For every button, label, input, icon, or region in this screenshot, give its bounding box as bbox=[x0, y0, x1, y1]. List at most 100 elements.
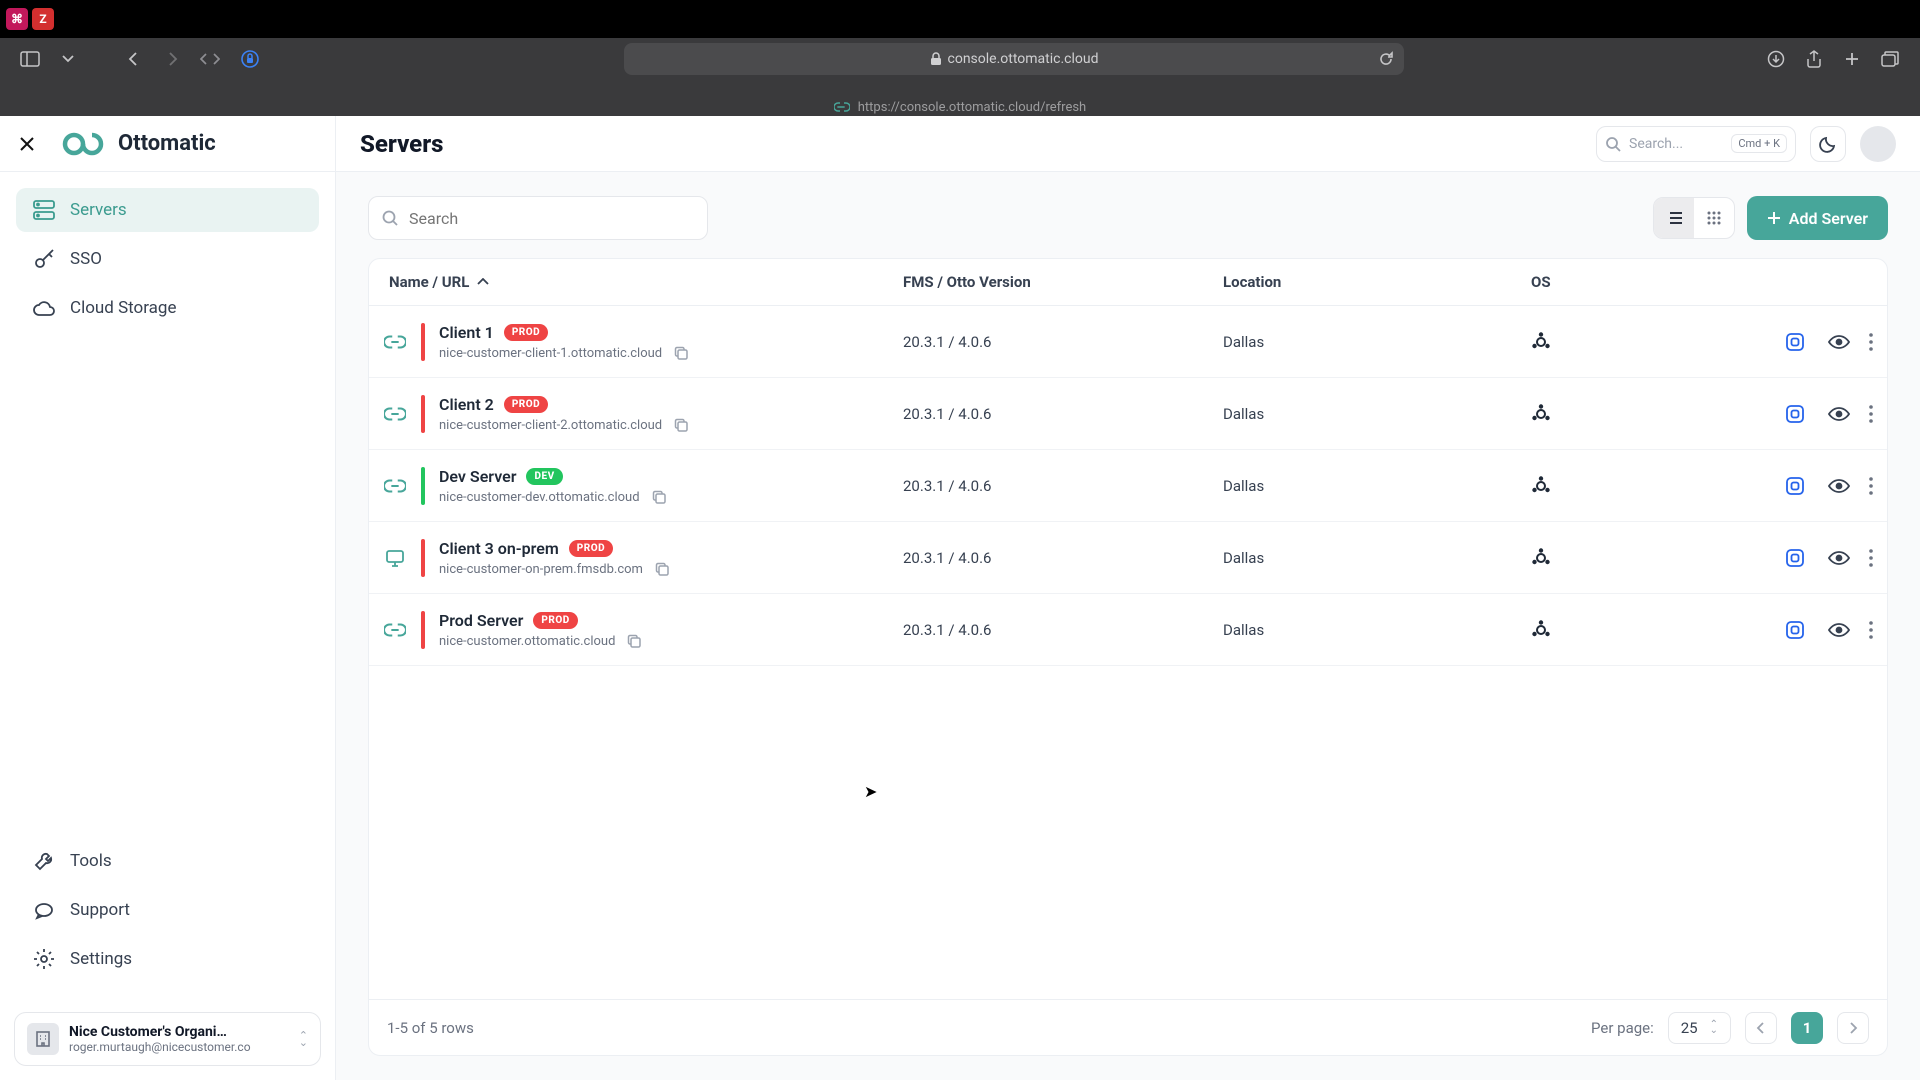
page-title: Servers bbox=[360, 130, 443, 158]
row-menu-button[interactable] bbox=[1869, 405, 1873, 423]
per-page-select[interactable]: 25 ⌃⌄ bbox=[1668, 1012, 1731, 1044]
shield-icon[interactable] bbox=[236, 45, 264, 73]
env-badge: PROD bbox=[504, 396, 548, 413]
sidebar-item-sso[interactable]: SSO bbox=[16, 236, 319, 282]
nav-forward-icon bbox=[158, 45, 186, 73]
env-badge: PROD bbox=[504, 324, 548, 341]
new-tab-icon[interactable] bbox=[1838, 45, 1866, 73]
share-icon[interactable] bbox=[1800, 45, 1828, 73]
close-icon[interactable] bbox=[18, 135, 38, 153]
browser-tab-icon[interactable]: ⌘ bbox=[6, 8, 28, 30]
action-view-button[interactable] bbox=[1825, 328, 1853, 356]
server-version: 20.3.1 / 4.0.6 bbox=[903, 549, 1223, 567]
table-row[interactable]: Client 2PRODnice-customer-client-2.ottom… bbox=[369, 378, 1887, 450]
link-icon bbox=[383, 479, 407, 493]
page-number-button[interactable]: 1 bbox=[1791, 1012, 1823, 1044]
col-header-os[interactable]: OS bbox=[1531, 273, 1651, 291]
downloads-icon[interactable] bbox=[1762, 45, 1790, 73]
org-email: roger.murtaugh@nicecustomer.co bbox=[69, 1040, 251, 1054]
action-view-button[interactable] bbox=[1825, 544, 1853, 572]
tools-icon bbox=[32, 850, 56, 872]
org-switcher[interactable]: Nice Customer's Organi… roger.murtaugh@n… bbox=[14, 1012, 321, 1066]
reload-icon[interactable] bbox=[1378, 51, 1394, 67]
lock-icon bbox=[930, 52, 942, 66]
env-badge: PROD bbox=[533, 612, 577, 629]
action-view-button[interactable] bbox=[1825, 616, 1853, 644]
avatar[interactable] bbox=[1860, 126, 1896, 162]
url-bar[interactable]: console.ottomatic.cloud bbox=[624, 43, 1404, 75]
devtools-icon[interactable] bbox=[196, 45, 224, 73]
tab-dropdown-icon[interactable] bbox=[54, 45, 82, 73]
env-badge: PROD bbox=[569, 540, 613, 557]
page-next-button[interactable] bbox=[1837, 1012, 1869, 1044]
table-row[interactable]: Prod ServerPRODnice-customer.ottomatic.c… bbox=[369, 594, 1887, 666]
row-menu-button[interactable] bbox=[1869, 621, 1873, 639]
view-grid-button[interactable] bbox=[1694, 198, 1734, 238]
col-header-name[interactable]: Name / URL bbox=[383, 273, 903, 291]
building-icon bbox=[27, 1023, 59, 1055]
action-open-button[interactable] bbox=[1781, 400, 1809, 428]
plus-icon bbox=[1767, 211, 1781, 225]
copy-icon[interactable] bbox=[674, 346, 689, 361]
server-version: 20.3.1 / 4.0.6 bbox=[903, 333, 1223, 351]
action-open-button[interactable] bbox=[1781, 616, 1809, 644]
link-icon bbox=[383, 623, 407, 637]
env-accent bbox=[421, 395, 425, 433]
table-row[interactable]: Dev ServerDEVnice-customer-dev.ottomatic… bbox=[369, 450, 1887, 522]
sidebar-item-label: Servers bbox=[70, 200, 127, 220]
row-menu-button[interactable] bbox=[1869, 477, 1873, 495]
moon-icon bbox=[1819, 135, 1837, 153]
action-view-button[interactable] bbox=[1825, 400, 1853, 428]
row-menu-button[interactable] bbox=[1869, 333, 1873, 351]
table-row[interactable]: Client 1PRODnice-customer-client-1.ottom… bbox=[369, 306, 1887, 378]
secondary-url: https://console.ottomatic.cloud/refresh bbox=[858, 100, 1086, 115]
copy-icon[interactable] bbox=[674, 418, 689, 433]
col-header-location[interactable]: Location bbox=[1223, 273, 1531, 291]
action-open-button[interactable] bbox=[1781, 328, 1809, 356]
action-open-button[interactable] bbox=[1781, 472, 1809, 500]
sidebar-toggle-icon[interactable] bbox=[16, 45, 44, 73]
ubuntu-icon bbox=[1531, 332, 1651, 352]
chevron-updown-icon: ⌃⌄ bbox=[299, 1032, 308, 1046]
filter-input[interactable] bbox=[368, 196, 708, 240]
search-kbd-hint: Cmd + K bbox=[1731, 134, 1787, 153]
server-name: Dev Server bbox=[439, 467, 516, 486]
page-prev-button[interactable] bbox=[1745, 1012, 1777, 1044]
server-version: 20.3.1 / 4.0.6 bbox=[903, 621, 1223, 639]
theme-toggle[interactable] bbox=[1810, 126, 1846, 162]
copy-icon[interactable] bbox=[627, 634, 642, 649]
action-open-button[interactable] bbox=[1781, 544, 1809, 572]
cloud-icon bbox=[32, 299, 56, 317]
sidebar-item-support[interactable]: Support bbox=[16, 888, 319, 932]
tabs-overview-icon[interactable] bbox=[1876, 45, 1904, 73]
brand-name: Ottomatic bbox=[118, 131, 216, 156]
chevron-up-icon bbox=[477, 278, 489, 286]
sidebar-item-tools[interactable]: Tools bbox=[16, 838, 319, 884]
row-menu-button[interactable] bbox=[1869, 549, 1873, 567]
sidebar-item-settings[interactable]: Settings bbox=[16, 936, 319, 982]
ubuntu-icon bbox=[1531, 548, 1651, 568]
env-accent bbox=[421, 323, 425, 361]
cursor-icon: ➤ bbox=[864, 782, 877, 801]
key-icon bbox=[32, 248, 56, 270]
nav-back-icon[interactable] bbox=[120, 45, 148, 73]
table-row[interactable]: Client 3 on-premPRODnice-customer-on-pre… bbox=[369, 522, 1887, 594]
support-icon bbox=[32, 900, 56, 920]
sidebar-item-servers[interactable]: Servers bbox=[16, 188, 319, 232]
add-server-button[interactable]: Add Server bbox=[1747, 196, 1888, 240]
filter-field[interactable] bbox=[409, 209, 695, 228]
action-view-button[interactable] bbox=[1825, 472, 1853, 500]
env-accent bbox=[421, 611, 425, 649]
browser-tab-icon[interactable]: Z bbox=[32, 8, 54, 30]
add-server-label: Add Server bbox=[1789, 209, 1868, 228]
copy-icon[interactable] bbox=[655, 562, 670, 577]
global-search[interactable]: Search... Cmd + K bbox=[1596, 126, 1796, 162]
sidebar-item-cloud-storage[interactable]: Cloud Storage bbox=[16, 286, 319, 330]
view-toggle bbox=[1653, 197, 1735, 239]
col-header-version[interactable]: FMS / Otto Version bbox=[903, 273, 1223, 291]
server-version: 20.3.1 / 4.0.6 bbox=[903, 477, 1223, 495]
browser-toolbar: console.ottomatic.cloud https://console.… bbox=[0, 38, 1920, 116]
copy-icon[interactable] bbox=[652, 490, 667, 505]
view-list-button[interactable] bbox=[1654, 198, 1694, 238]
brand-logo[interactable]: Ottomatic bbox=[62, 129, 216, 159]
